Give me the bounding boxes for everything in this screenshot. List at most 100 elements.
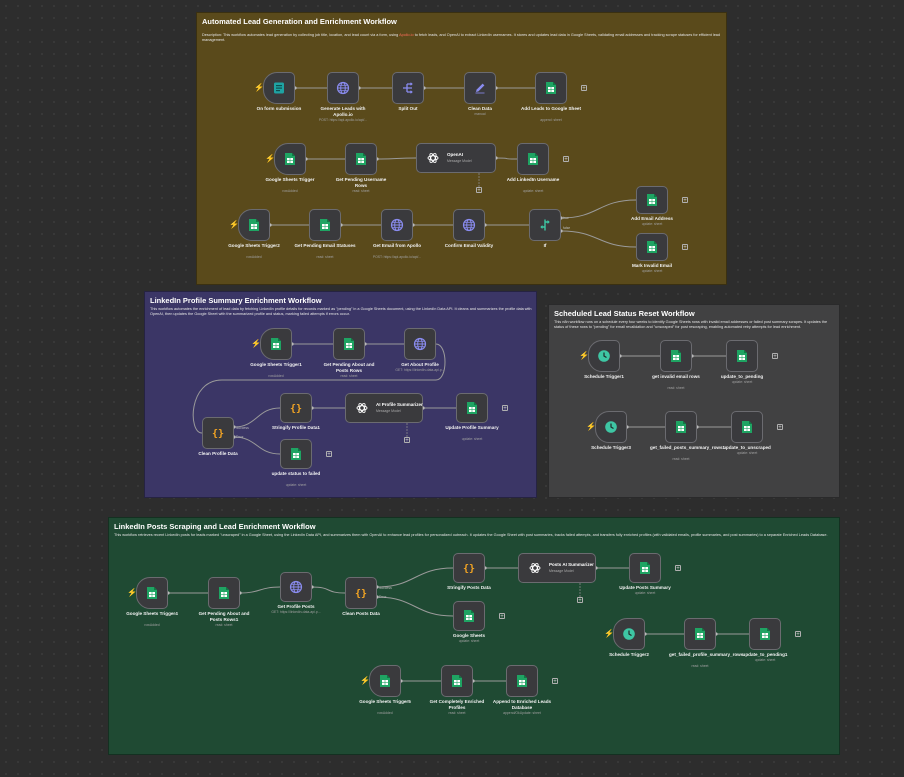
node-append-db[interactable]	[506, 665, 538, 697]
node-confirm-email[interactable]	[453, 209, 485, 241]
node-schedule3[interactable]	[595, 411, 627, 443]
node-subtitle: read: sheet	[667, 386, 685, 390]
add-model-button[interactable]: +	[577, 597, 583, 604]
add-model-button[interactable]: +	[404, 437, 410, 444]
node-title: Mark Invalid Email	[631, 263, 673, 268]
add-model-button[interactable]: +	[476, 187, 482, 194]
node-stringify-profile[interactable]: {}	[280, 393, 312, 423]
node-title: Get Pending About and Posts Rows	[323, 362, 375, 373]
node-apollo-generate[interactable]	[327, 72, 359, 104]
node-mark-invalid[interactable]	[636, 233, 668, 261]
add-node-button[interactable]: +	[795, 631, 801, 638]
add-node-button[interactable]: +	[772, 353, 778, 360]
add-node-button[interactable]: +	[777, 424, 783, 431]
node-title: Append to Enriched Leads Database	[492, 699, 552, 710]
node-subtitle: rowAdded	[282, 189, 298, 193]
node-title: Get About Profile	[401, 362, 439, 367]
node-subtitle: append: sheet	[540, 118, 562, 122]
node-title: Schedule Trigger1	[584, 374, 624, 379]
node-stringify-posts[interactable]: {}	[453, 553, 485, 583]
node-title: Get Completely Enriched Profiles	[429, 699, 485, 710]
node-title: Split Out	[398, 106, 418, 111]
node-subtitle: read: sheet	[448, 711, 466, 715]
globe-icon	[289, 580, 303, 594]
add-node-button[interactable]: +	[682, 197, 688, 204]
clock-icon	[605, 421, 617, 433]
node-pending-username[interactable]	[345, 143, 377, 175]
node-add-email[interactable]	[636, 186, 668, 214]
google-sheets-icon	[464, 610, 474, 622]
node-title: Google Sheets	[452, 633, 486, 638]
connection[interactable]	[376, 157, 417, 160]
node-title: Google Sheets Trigger5	[359, 699, 411, 704]
google-sheets-icon	[737, 350, 747, 362]
node-update-posts[interactable]	[629, 553, 661, 583]
node-gs-trigger5[interactable]	[369, 665, 401, 697]
add-node-button[interactable]: +	[563, 156, 569, 163]
google-sheets-icon	[528, 153, 538, 165]
node-gs-trigger[interactable]	[274, 143, 306, 175]
globe-icon	[413, 337, 427, 351]
node-update-pending[interactable]	[726, 340, 758, 372]
node-pending-about[interactable]	[333, 328, 365, 360]
connection[interactable]	[311, 586, 346, 594]
node-schedule1[interactable]	[588, 340, 620, 372]
node-pending-about1[interactable]	[208, 577, 240, 609]
node-gs-trigger1[interactable]	[260, 328, 292, 360]
add-node-button[interactable]: +	[552, 678, 558, 685]
node-ai-profile[interactable]: AI Profile Summarizer Message Model	[345, 393, 423, 423]
node-subtitle: read: sheet	[215, 623, 233, 627]
node-update-unscraped[interactable]	[731, 411, 763, 443]
node-clean-data[interactable]	[464, 72, 496, 104]
node-title: Google Sheets Trigger1	[250, 362, 302, 367]
node-form-trigger[interactable]	[263, 72, 295, 104]
add-node-button[interactable]: +	[581, 85, 587, 92]
node-about-profile[interactable]	[404, 328, 436, 360]
node-gs-trigger2[interactable]	[238, 209, 270, 241]
node-email-apollo[interactable]	[381, 209, 413, 241]
google-sheets-icon	[271, 338, 281, 350]
google-sheets-icon	[546, 82, 556, 94]
node-if-node[interactable]	[529, 209, 561, 241]
node-title: Clean Profile Data	[198, 451, 238, 456]
add-node-button[interactable]: +	[682, 244, 688, 251]
code-icon: {}	[355, 589, 367, 600]
node-posts-ai[interactable]: Posts AI Summarizer Message Model	[518, 553, 596, 583]
node-clean-posts[interactable]: {}	[345, 577, 377, 609]
node-update-profile[interactable]	[456, 393, 488, 423]
node-title: Get Email from Apollo	[372, 243, 422, 248]
node-openai1[interactable]: OpenAI Message Model	[416, 143, 496, 173]
branch-label: Success	[379, 586, 392, 590]
node-profile-posts[interactable]	[280, 572, 312, 602]
add-node-button[interactable]: +	[502, 405, 508, 412]
connection[interactable]	[239, 586, 281, 594]
node-update-pending1[interactable]	[749, 618, 781, 650]
node-add-leads[interactable]	[535, 72, 567, 104]
node-failed-profile[interactable]	[684, 618, 716, 650]
node-update-failed[interactable]	[280, 439, 312, 469]
node-google-sheets[interactable]	[453, 601, 485, 631]
add-node-button[interactable]: +	[326, 451, 332, 458]
trigger-bolt-icon: ⚡	[360, 676, 370, 685]
node-clean-profile[interactable]: {}	[202, 417, 234, 449]
node-title: Update Profile Summary	[445, 425, 499, 430]
node-enriched-profiles[interactable]	[441, 665, 473, 697]
node-split-out[interactable]	[392, 72, 424, 104]
node-pending-email[interactable]	[309, 209, 341, 241]
node-title: Add Email Address	[631, 216, 673, 221]
node-title: Google Sheets Trigger	[265, 177, 315, 182]
node-title: update status to failed	[271, 471, 321, 476]
google-sheets-icon	[467, 402, 477, 414]
trigger-bolt-icon: ⚡	[254, 83, 264, 92]
trigger-bolt-icon: ⚡	[586, 422, 596, 431]
node-add-linkedin[interactable]	[517, 143, 549, 175]
node-schedule2[interactable]	[613, 618, 645, 650]
connection[interactable]	[495, 157, 518, 160]
node-subtitle: read: sheet	[316, 255, 334, 259]
node-gs-trigger4[interactable]	[136, 577, 168, 609]
add-node-button[interactable]: +	[499, 613, 505, 620]
node-failed-posts[interactable]	[665, 411, 697, 443]
node-invalid-rows[interactable]	[660, 340, 692, 372]
svg-text:{}: {}	[355, 589, 367, 600]
add-node-button[interactable]: +	[675, 565, 681, 572]
